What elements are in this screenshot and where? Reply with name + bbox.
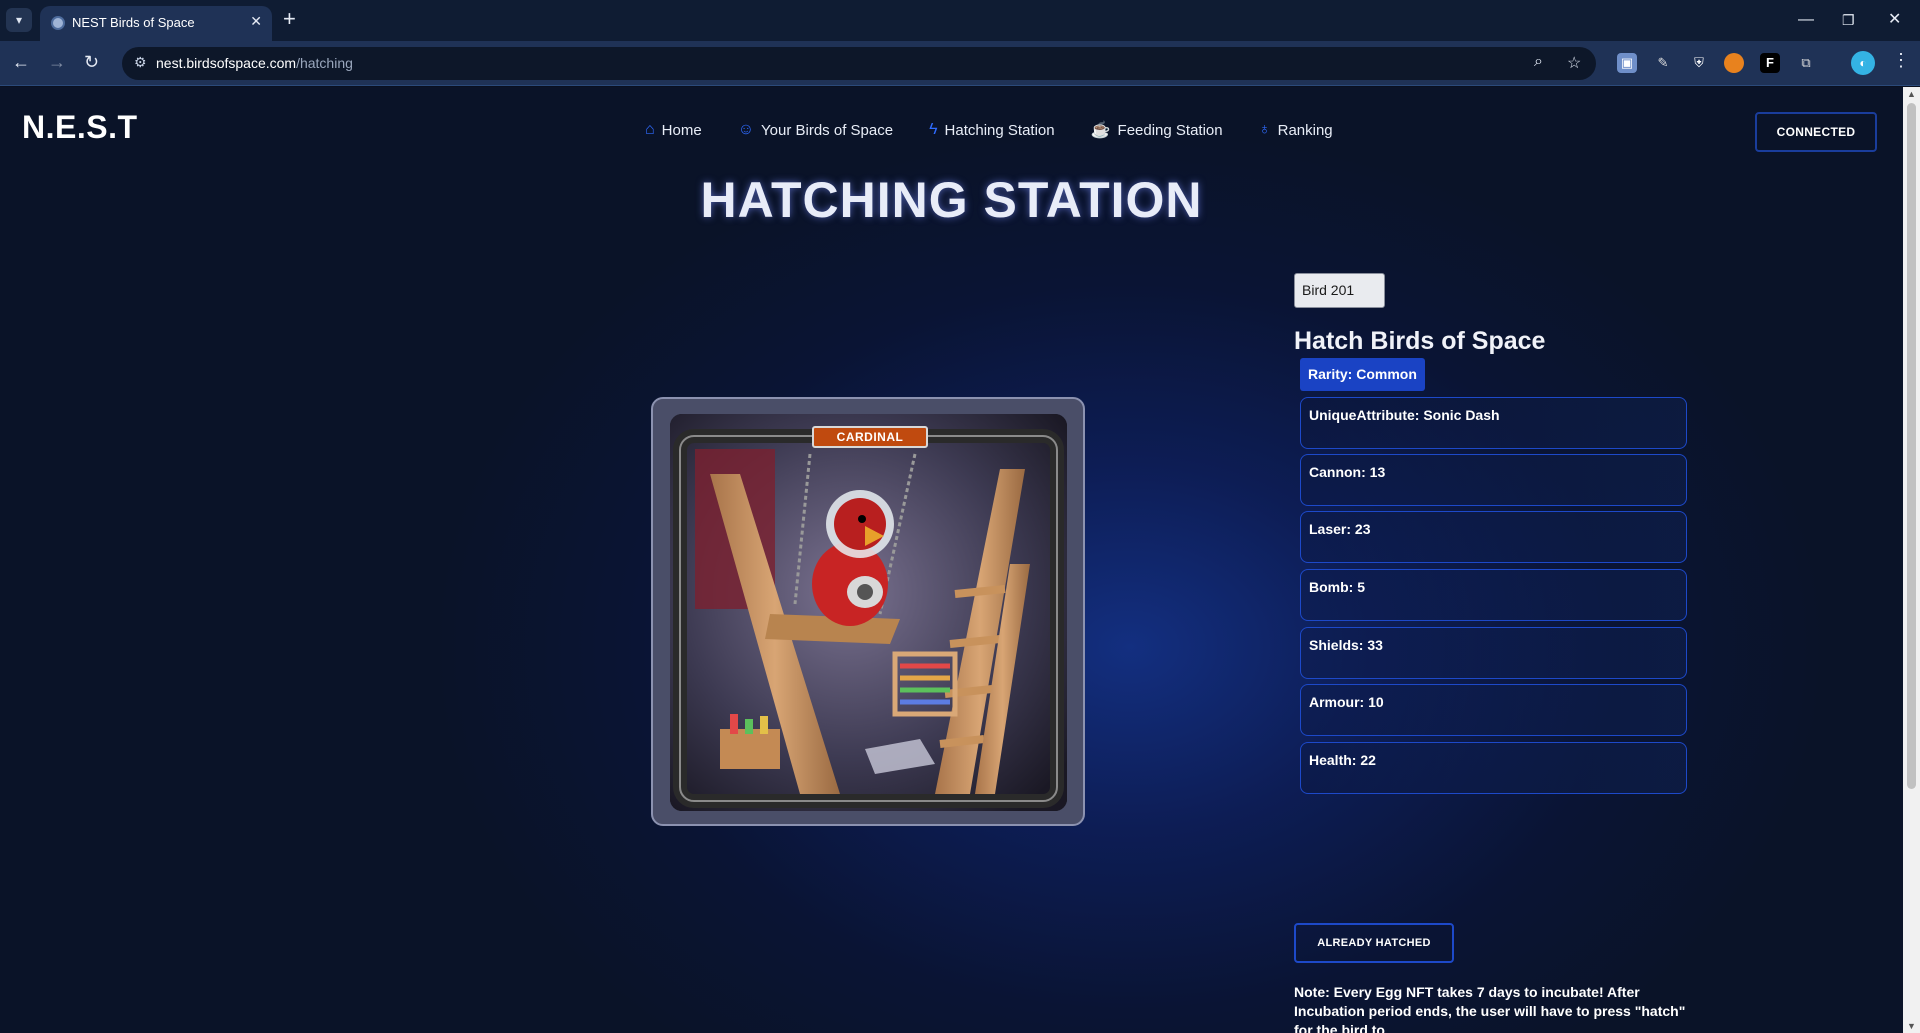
award-icon: ♁ bbox=[1258, 121, 1271, 138]
nav-hatching-station[interactable]: ϟ Hatching Station bbox=[929, 120, 1055, 140]
cup-icon: ☕ bbox=[1090, 122, 1111, 139]
browser-tabstrip: ▾ NEST Birds of Space ✕ + — ❐ ✕ bbox=[0, 0, 1920, 41]
browser-toolbar: ← → ↻ ⚙ nest.birdsofspace.com/hatching ⌕… bbox=[0, 41, 1920, 86]
already-hatched-button[interactable]: ALREADY HATCHED bbox=[1294, 923, 1454, 963]
page-title: HATCHING STATION bbox=[700, 172, 1203, 228]
reload-button[interactable]: ↻ bbox=[84, 50, 99, 74]
nav-your-birds[interactable]: ☺ Your Birds of Space bbox=[738, 120, 893, 140]
bird-name-banner: CARDINAL bbox=[812, 426, 928, 448]
stat-laser: Laser: 23 bbox=[1300, 511, 1687, 563]
stat-shields: Shields: 33 bbox=[1300, 627, 1687, 679]
tab-search-button[interactable]: ▾ bbox=[6, 8, 32, 32]
extension-pen-icon[interactable]: ✎ bbox=[1653, 53, 1673, 73]
site-favicon-icon bbox=[51, 16, 65, 30]
home-icon: ⌂ bbox=[645, 121, 655, 138]
scroll-up-arrow-icon[interactable]: ▲ bbox=[1907, 89, 1916, 99]
nav-home[interactable]: ⌂ Home bbox=[645, 120, 702, 140]
url-text[interactable]: nest.birdsofspace.com/hatching bbox=[156, 55, 353, 71]
nav-your-birds-label: Your Birds of Space bbox=[761, 121, 894, 139]
scroll-down-arrow-icon[interactable]: ▼ bbox=[1907, 1021, 1916, 1031]
bird-select-dropdown[interactable]: Bird 201 bbox=[1294, 273, 1385, 308]
restore-button[interactable]: ❐ bbox=[1842, 8, 1855, 32]
bird-card: CARDINAL bbox=[651, 397, 1085, 826]
rarity-badge: Rarity: Common bbox=[1300, 358, 1425, 391]
nav-home-label: Home bbox=[661, 121, 702, 139]
nav-feeding-station[interactable]: ☕ Feeding Station bbox=[1091, 120, 1223, 140]
new-tab-button[interactable]: + bbox=[283, 7, 296, 31]
minimize-button[interactable]: — bbox=[1798, 8, 1814, 32]
nav-hatching-label: Hatching Station bbox=[944, 121, 1055, 139]
nav-ranking-label: Ranking bbox=[1277, 121, 1333, 139]
bookmark-star-icon[interactable]: ☆ bbox=[1567, 53, 1581, 73]
incubation-note: Note: Every Egg NFT takes 7 days to incu… bbox=[1294, 984, 1686, 1033]
stat-health: Health: 22 bbox=[1300, 742, 1687, 794]
site-logo[interactable]: N.E.S.T bbox=[22, 109, 138, 146]
bird-nft-image: CARDINAL bbox=[670, 414, 1067, 811]
extensions-puzzle-icon[interactable]: ⧉ bbox=[1796, 53, 1816, 73]
tab-title: NEST Birds of Space bbox=[72, 15, 195, 30]
url-path: /hatching bbox=[296, 55, 353, 71]
stat-unique-attribute: UniqueAttribute: Sonic Dash bbox=[1300, 397, 1687, 449]
url-host: nest.birdsofspace.com bbox=[156, 55, 297, 71]
user-icon: ☺ bbox=[737, 121, 755, 138]
nav-ranking[interactable]: ♁ Ranking bbox=[1259, 120, 1333, 140]
extension-shield-icon[interactable]: ⛨ bbox=[1689, 53, 1709, 73]
stat-cannon: Cannon: 13 bbox=[1300, 454, 1687, 506]
browser-menu-icon[interactable]: ⋮ bbox=[1892, 50, 1910, 71]
connect-wallet-button[interactable]: CONNECTED bbox=[1755, 112, 1877, 152]
tab-close-icon[interactable]: ✕ bbox=[250, 13, 262, 30]
extension-save-icon[interactable]: ▣ bbox=[1617, 53, 1637, 73]
hatch-panel-title: Hatch Birds of Space bbox=[1294, 327, 1546, 355]
page-content: N.E.S.T ⌂ Home ☺ Your Birds of Space ϟ H… bbox=[0, 87, 1903, 1033]
back-button[interactable]: ← bbox=[12, 50, 30, 74]
address-bar[interactable]: ⚙ nest.birdsofspace.com/hatching ⌕ ☆ bbox=[122, 47, 1596, 80]
extension-f-icon[interactable]: F bbox=[1760, 53, 1780, 73]
stat-bomb: Bomb: 5 bbox=[1300, 569, 1687, 621]
lightning-icon: ϟ bbox=[929, 121, 938, 138]
page-scrollbar[interactable]: ▲ ▼ bbox=[1903, 87, 1920, 1033]
browser-tab-active[interactable]: NEST Birds of Space ✕ bbox=[40, 6, 272, 41]
nav-feeding-label: Feeding Station bbox=[1117, 121, 1223, 139]
bird-nft-artwork bbox=[670, 414, 1067, 811]
profile-avatar[interactable]: ◐ bbox=[1851, 51, 1875, 75]
zoom-icon[interactable]: ⌕ bbox=[1534, 53, 1543, 71]
metamask-fox-icon[interactable] bbox=[1724, 53, 1744, 73]
main-nav: ⌂ Home ☺ Your Birds of Space ϟ Hatching … bbox=[645, 120, 1333, 140]
scrollbar-thumb[interactable] bbox=[1907, 103, 1916, 789]
window-close-button[interactable]: ✕ bbox=[1888, 8, 1901, 32]
site-info-icon[interactable]: ⚙ bbox=[134, 54, 147, 71]
forward-button[interactable]: → bbox=[48, 50, 66, 74]
stat-armour: Armour: 10 bbox=[1300, 684, 1687, 736]
